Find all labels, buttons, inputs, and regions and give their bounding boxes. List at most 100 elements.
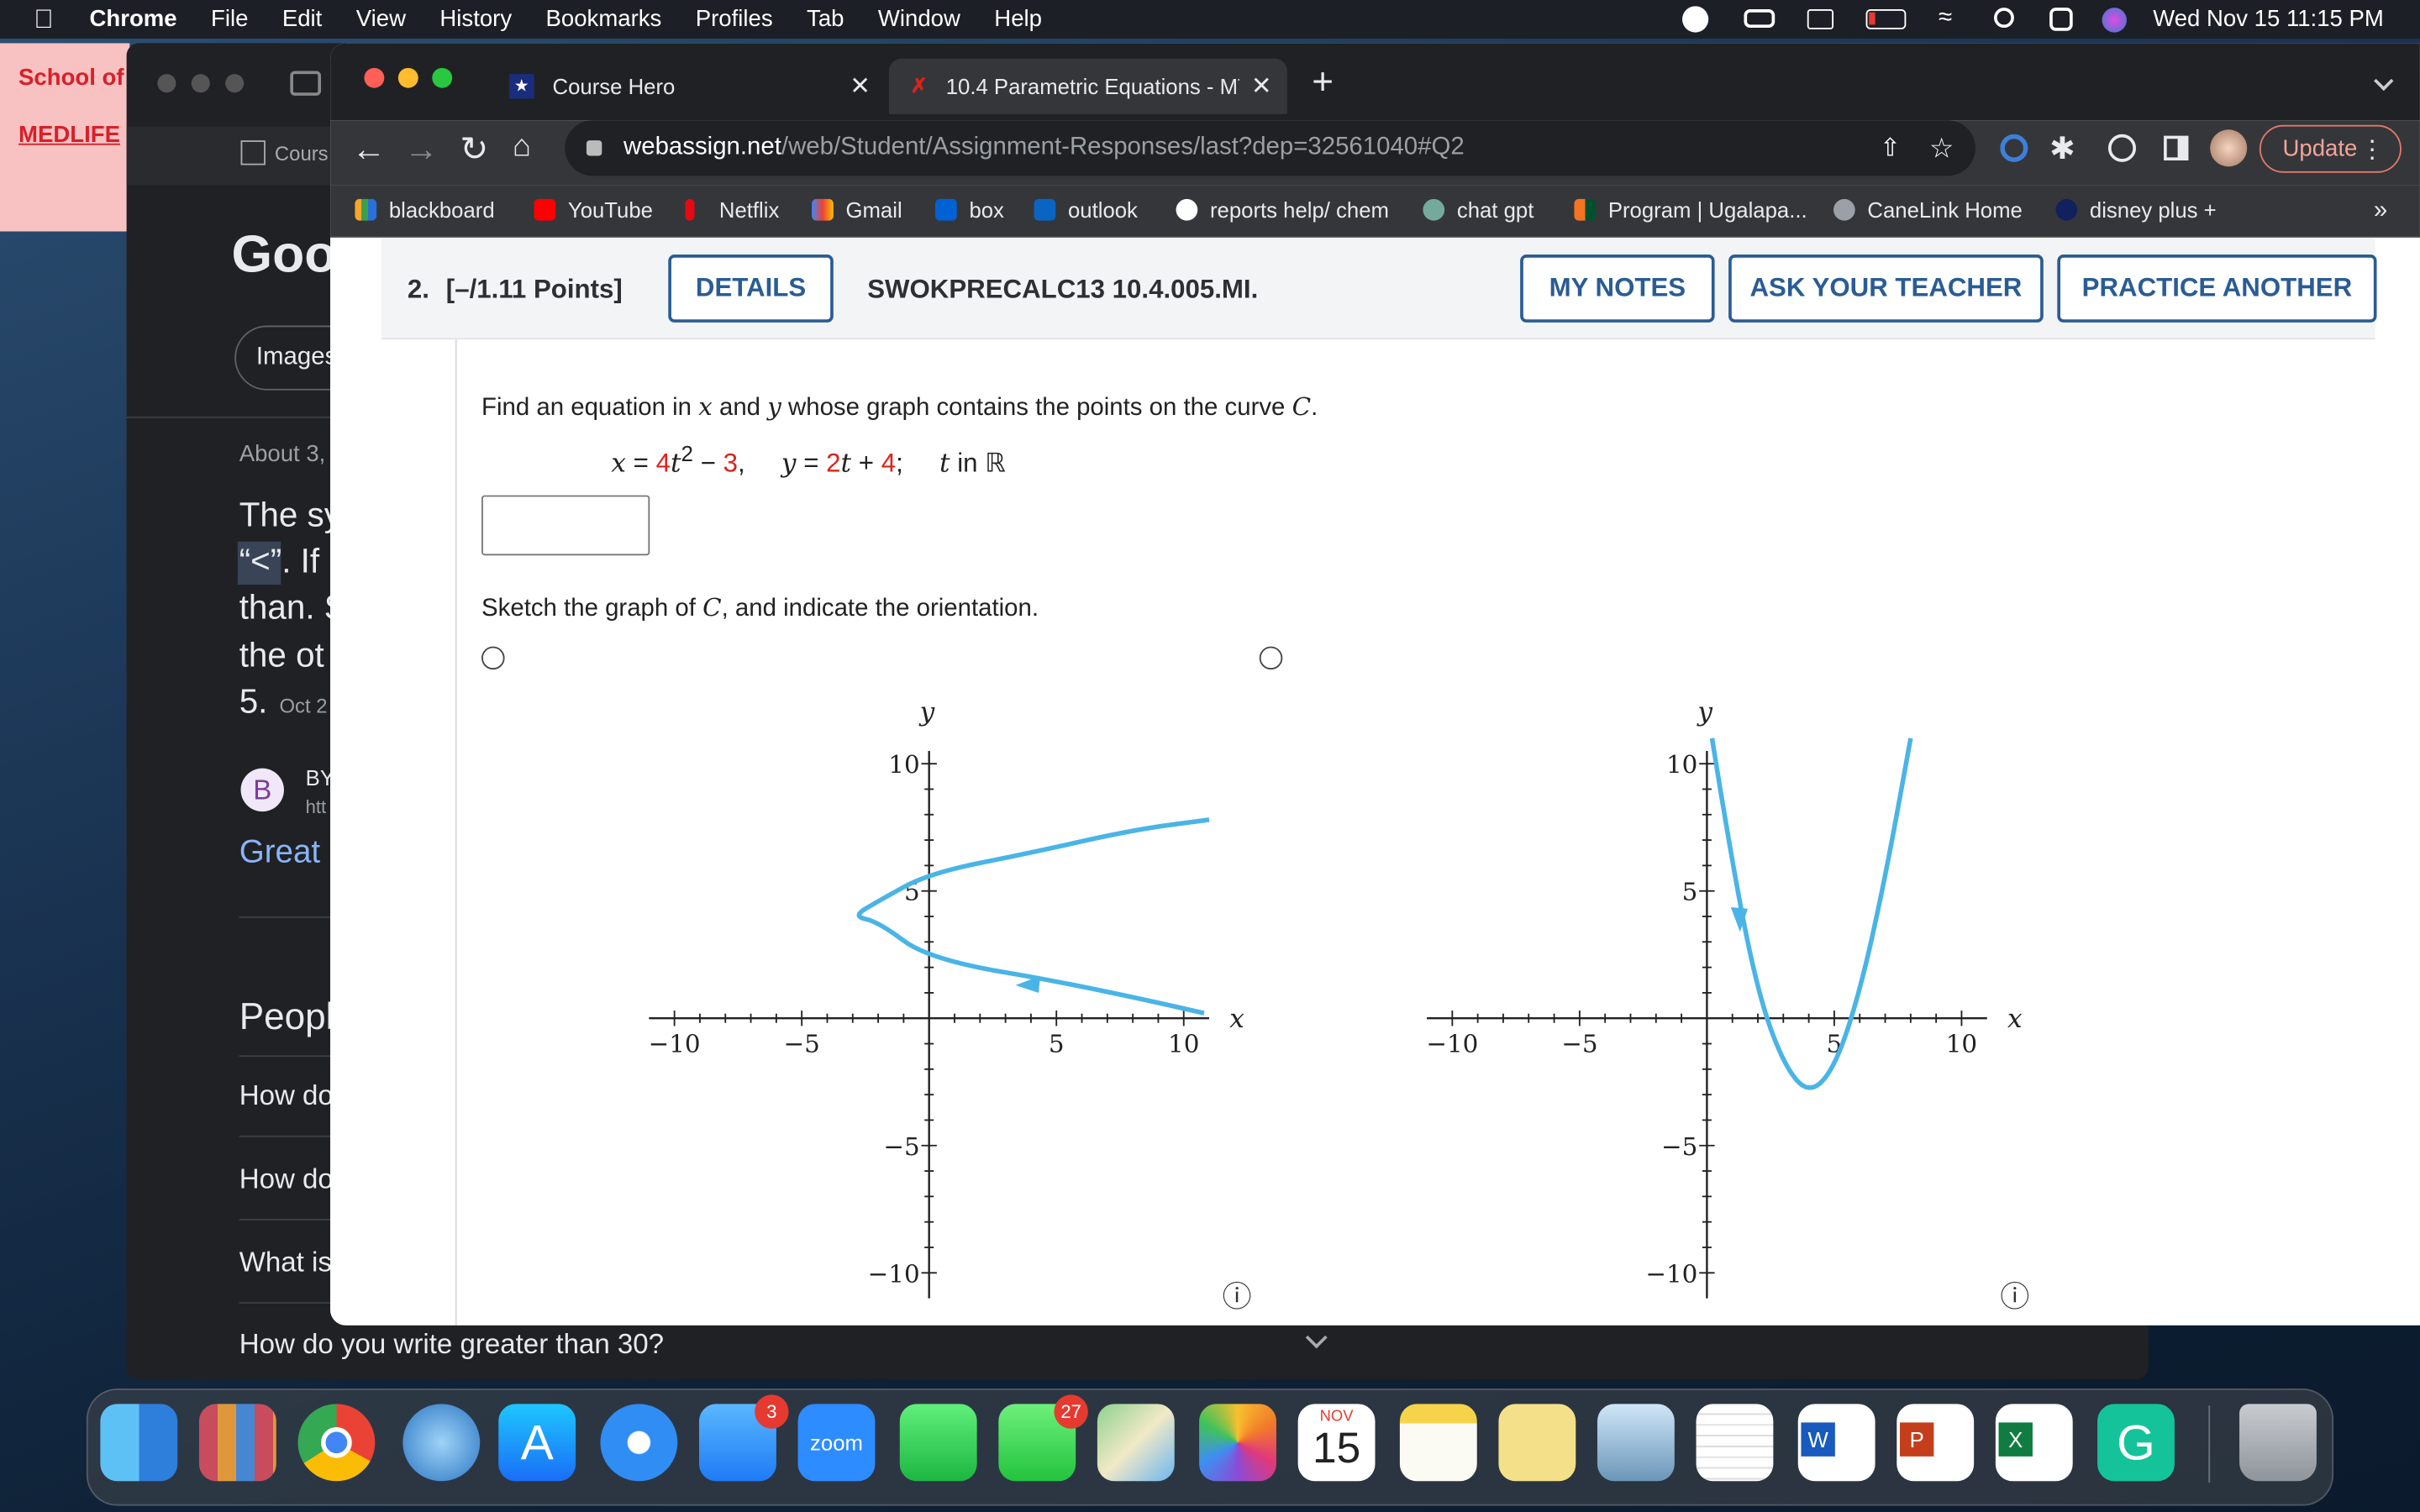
tab-parametric[interactable]: ✗ 10.4 Parametric Equations - MT ✕ [888, 58, 1287, 114]
bookmark-program[interactable]: Program | Ugalapa... [1574, 197, 1807, 222]
powerpoint-icon[interactable]: P [1897, 1404, 1975, 1482]
update-label: Update [2282, 135, 2358, 162]
bookmark-reports[interactable]: reports help/ chem [1176, 197, 1389, 222]
side-panel-icon[interactable] [2164, 135, 2189, 161]
faq-item-4[interactable]: How do you write greater than 30? [239, 1328, 664, 1361]
menu-tab[interactable]: Tab [807, 6, 844, 32]
stickies-icon[interactable] [1498, 1404, 1576, 1482]
bookmark-youtube[interactable]: YouTube [534, 197, 653, 222]
window-close-button[interactable] [364, 67, 385, 88]
extension-icon-1[interactable] [2000, 134, 2028, 162]
grammarly-icon[interactable]: G [2097, 1404, 2175, 1482]
reload-icon[interactable]: ↻ [460, 129, 488, 170]
finder-icon[interactable] [100, 1404, 178, 1482]
address-bar[interactable]: webassign.net/web/Student/Assignment-Res… [565, 120, 1975, 176]
chrome-icon[interactable] [297, 1404, 376, 1482]
launchpad-icon[interactable] [198, 1404, 276, 1482]
update-button[interactable]: Update ⋮ [2259, 124, 2402, 173]
menu-edit[interactable]: Edit [282, 6, 322, 32]
window-minimize-button[interactable] [397, 67, 418, 88]
keyboard-icon[interactable] [1807, 9, 1833, 29]
bookmarks-overflow-icon[interactable]: » [2374, 197, 2387, 225]
menu-view[interactable]: View [356, 6, 406, 32]
result-title-link[interactable]: Great [239, 835, 320, 872]
more-menu-icon[interactable]: ⋮ [2360, 134, 2384, 165]
apple-icon[interactable]:  [34, 4, 65, 35]
details-button[interactable]: DETAILS [668, 255, 834, 323]
practice-another-button[interactable]: PRACTICE ANOTHER [2057, 255, 2377, 323]
faq-item-3[interactable]: What is [239, 1247, 332, 1279]
mail-icon[interactable]: 3 [699, 1394, 789, 1482]
faq-item-1[interactable]: How do [239, 1080, 334, 1113]
sidebar-toggle-icon[interactable] [290, 71, 322, 96]
menu-app-name[interactable]: Chrome [90, 6, 177, 32]
y-axis-label: y [918, 697, 935, 727]
grammarly-status-icon[interactable] [1682, 6, 1709, 33]
menu-history[interactable]: History [439, 6, 512, 32]
tab-close-icon[interactable]: ✕ [850, 71, 871, 102]
network-globe-icon[interactable] [402, 1404, 481, 1482]
bookmark-blackboard[interactable]: blackboard [355, 197, 495, 222]
menu-help[interactable]: Help [994, 6, 1042, 32]
wifi-icon[interactable]: ≈ [1939, 5, 1952, 33]
lock-icon[interactable] [586, 140, 602, 156]
tab-course-hero[interactable]: ★ Course Hero ✕ [485, 59, 886, 114]
menu-bookmarks[interactable]: Bookmarks [546, 6, 662, 32]
x-tick-label: −10 [649, 1030, 701, 1058]
ask-teacher-button[interactable]: ASK YOUR TEACHER [1728, 255, 2044, 323]
back-arrow-icon[interactable]: ← [352, 129, 386, 170]
menubar-clock[interactable]: Wed Nov 15 11:15 PM [2153, 6, 2384, 32]
extension-icon-2[interactable] [2107, 134, 2136, 162]
messages-icon[interactable]: 27 [998, 1394, 1088, 1482]
control-center-icon[interactable] [2049, 8, 2073, 31]
word-icon[interactable]: W [1797, 1404, 1876, 1482]
bookmark-netflix[interactable]: Netflix [685, 197, 779, 222]
safari-icon[interactable] [600, 1404, 678, 1482]
facetime-icon[interactable] [899, 1404, 977, 1482]
option-1-radio[interactable] [481, 646, 505, 670]
excel-icon[interactable]: X [1995, 1404, 2073, 1482]
bookmark-outlook[interactable]: outlook [1034, 197, 1138, 222]
bookmark-canelink[interactable]: CaneLink Home [1833, 197, 2023, 222]
info-icon[interactable]: ⓘ [1223, 1274, 1252, 1316]
menu-file[interactable]: File [211, 6, 248, 32]
profile-avatar[interactable] [2210, 129, 2248, 167]
textedit-icon[interactable] [1696, 1404, 1774, 1482]
preview-icon[interactable] [1597, 1404, 1675, 1482]
bookmark-label: reports help/ chem [1209, 197, 1389, 223]
menu-profiles[interactable]: Profiles [696, 6, 773, 32]
bookmark-box[interactable]: box [935, 197, 1004, 222]
calendar-icon[interactable]: NOV 15 [1297, 1404, 1376, 1482]
bookmark-gmail[interactable]: Gmail [812, 197, 902, 222]
puzzle-extensions-icon[interactable]: ✱ [2049, 129, 2075, 168]
bookmark-disney[interactable]: disney plus + [2055, 197, 2217, 222]
app-store-icon[interactable]: A [498, 1404, 576, 1482]
bookmark-chatgpt[interactable]: chat gpt [1423, 197, 1534, 222]
my-notes-button[interactable]: MY NOTES [1520, 255, 1715, 323]
bookmark-star-icon[interactable]: ☆ [1929, 132, 1954, 165]
option-2-radio[interactable] [1259, 646, 1283, 670]
share-icon[interactable]: ⇧ [1880, 133, 1901, 164]
menu-window[interactable]: Window [878, 6, 960, 32]
window-zoom-button[interactable] [432, 67, 453, 88]
background-tab-label[interactable]: Cours [275, 142, 329, 165]
zoom-icon[interactable]: zoom [797, 1404, 876, 1482]
answer-input[interactable] [481, 495, 650, 556]
home-icon[interactable]: ⌂ [513, 129, 531, 165]
notes-icon[interactable] [1399, 1404, 1477, 1482]
spotlight-search-icon[interactable] [1994, 8, 2014, 29]
car-icon[interactable] [1744, 9, 1776, 29]
faq-item-2[interactable]: How do [239, 1163, 334, 1196]
photos-icon[interactable] [1199, 1404, 1276, 1482]
new-tab-button[interactable]: + [1312, 61, 1334, 104]
trash-icon[interactable] [2239, 1404, 2317, 1482]
tab-close-icon[interactable]: ✕ [1251, 71, 1272, 102]
tab-search-chevron-icon[interactable] [2374, 71, 2394, 92]
maps-icon[interactable] [1097, 1404, 1175, 1482]
siri-icon[interactable] [2102, 8, 2127, 33]
forward-arrow-icon[interactable]: → [404, 129, 438, 170]
chevron-down-icon[interactable] [1305, 1326, 1328, 1349]
battery-icon[interactable] [1865, 9, 1907, 29]
info-icon[interactable]: ⓘ [2000, 1274, 2029, 1316]
sticky-note[interactable]: School of MEDLIFE [0, 43, 130, 232]
